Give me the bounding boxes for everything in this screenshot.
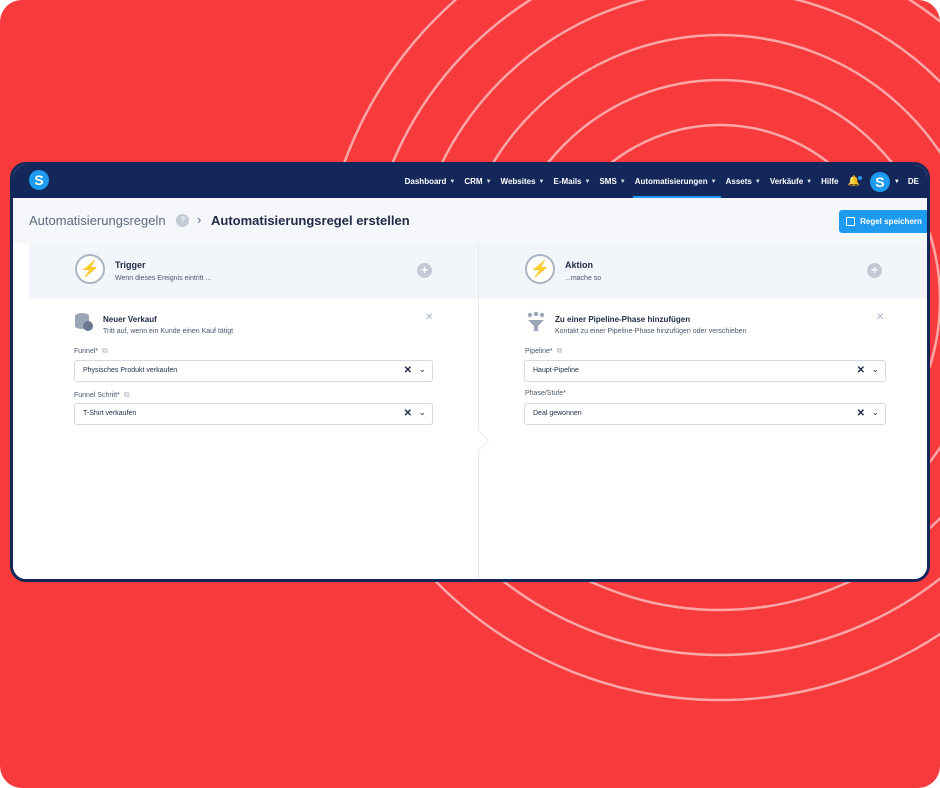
funnel-step-select[interactable]: T-Shirt verkaufen ✕ ⌄ [74,403,433,425]
chevron-down-icon: ▼ [754,178,761,185]
main-nav: Dashboard ▼ CRM ▼ Websites ▼ E-Mails ▼ SMS ▼ … [396,165,919,198]
field-label-text: Phase/Stufe* [525,390,566,397]
phase-select[interactable]: Deal gewonnen ✕ ⌄ [524,403,886,425]
trigger-subtitle: Wenn dieses Ereignis eintritt ... [115,275,212,282]
nav-dashboard[interactable]: Dashboard ▼ [405,165,456,198]
nav-verkaeufe[interactable]: Verkäufe ▼ [770,165,812,198]
nav-label: Automatisierungen [634,177,708,186]
phase-label: Phase/Stufe* [525,390,566,397]
chevron-down-icon: ▼ [806,178,813,185]
nav-label: Hilfe [821,177,839,186]
chevron-down-icon[interactable]: ⌄ [418,364,426,375]
trigger-header: ⚡ Trigger Wenn dieses Ereignis eintritt … [29,243,478,299]
funnel-select[interactable]: Physisches Produkt verkaufen ✕ ⌄ [74,360,433,382]
phase-value: Deal gewonnen [533,410,582,417]
chevron-down-icon[interactable]: ▼ [894,179,900,185]
funnel-icon [527,311,545,331]
pipeline-select[interactable]: Haupt-Pipeline ✕ ⌄ [524,360,886,382]
close-icon[interactable]: ✕ [425,312,433,323]
top-navbar: S Dashboard ▼ CRM ▼ Websites ▼ E-Mails ▼ SMS… [13,165,927,198]
nav-hilfe[interactable]: Hilfe [821,165,838,198]
coins-icon [75,313,93,331]
external-link-icon[interactable]: ⧉ [124,390,130,399]
nav-label: E-Mails [553,177,582,186]
action-subtitle: ...mache so [565,275,602,282]
nav-websites[interactable]: Websites ▼ [501,165,545,198]
save-rule-button[interactable]: Regel speichern [839,210,927,233]
chevron-down-icon[interactable]: ⌄ [871,364,879,375]
nav-label: Websites [500,177,536,186]
lightning-icon: ⚡ [75,254,105,284]
bell-icon[interactable]: 🔔 [847,176,863,187]
nav-assets[interactable]: Assets ▼ [726,165,761,198]
clear-icon[interactable]: ✕ [857,408,865,419]
pipeline-label: Pipeline* ⧉ [525,346,562,356]
add-trigger-plus-icon[interactable]: + [417,263,432,278]
save-icon [846,217,856,226]
chevron-down-icon: ▼ [584,178,591,185]
page-title: Automatisierungsregel erstellen [211,213,410,228]
nav-sms[interactable]: SMS ▼ [599,165,625,198]
breadcrumb-separator-icon: › [197,212,202,227]
trigger-card-title: Neuer Verkauf [103,315,157,324]
nav-label: SMS [599,177,617,186]
clear-icon[interactable]: ✕ [404,408,412,419]
external-link-icon[interactable]: ⧉ [557,346,563,355]
field-label-text: Pipeline* [525,348,553,355]
nav-crm[interactable]: CRM ▼ [464,165,491,198]
app-window: S Dashboard ▼ CRM ▼ Websites ▼ E-Mails ▼ SMS… [10,162,930,582]
lightning-icon: ⚡ [525,254,555,284]
action-card-subtitle: Kontakt zu einer Pipeline-Phase hinzufüg… [555,328,747,335]
funnel-value: Physisches Produkt verkaufen [83,367,178,374]
breadcrumb: Automatisierungsregeln ? › Automatisieru… [13,198,927,243]
breadcrumb-parent[interactable]: Automatisierungsregeln [29,213,166,228]
action-card-title: Zu einer Pipeline-Phase hinzufügen [555,315,691,324]
nav-automatisierungen[interactable]: Automatisierungen ▼ [632,165,721,198]
field-label-text: Funnel Schritt* [74,392,120,399]
action-header: ⚡ Aktion ...mache so + [479,243,927,299]
action-panel: ⚡ Aktion ...mache so + Zu einer Pipeline… [479,243,927,579]
field-label-text: Funnel* [74,348,99,355]
language-switch[interactable]: DE [908,177,919,186]
save-button-label: Regel speichern [860,217,922,226]
pipeline-value: Haupt-Pipeline [533,367,579,374]
funnel-step-label: Funnel Schritt* ⧉ [74,390,130,400]
nav-emails[interactable]: E-Mails ▼ [553,165,590,198]
chevron-down-icon[interactable]: ⌄ [871,407,879,418]
chevron-down-icon[interactable]: ⌄ [418,407,426,418]
trigger-title: Trigger [115,260,146,270]
nav-label: Dashboard [404,177,447,186]
external-link-icon[interactable]: ⧉ [102,346,108,355]
funnel-label: Funnel* ⧉ [74,346,108,356]
chevron-down-icon: ▼ [538,178,545,185]
clear-icon[interactable]: ✕ [404,365,412,376]
funnel-step-value: T-Shirt verkaufen [83,410,137,417]
close-icon[interactable]: ✕ [876,312,884,323]
nav-label: CRM [464,177,483,186]
nav-label: Verkäufe [769,177,804,186]
clear-icon[interactable]: ✕ [857,365,865,376]
trigger-panel: ⚡ Trigger Wenn dieses Ereignis eintritt … [29,243,479,579]
help-icon[interactable]: ? [176,214,189,227]
avatar[interactable]: S [869,171,890,192]
chevron-down-icon: ▼ [710,178,717,185]
background: S Dashboard ▼ CRM ▼ Websites ▼ E-Mails ▼ SMS… [0,0,940,788]
action-title: Aktion [565,260,593,270]
chevron-down-icon: ▼ [449,178,456,185]
add-action-plus-icon[interactable]: + [867,263,882,278]
chevron-down-icon: ▼ [485,178,492,185]
trigger-card-subtitle: Tritt auf, wenn ein Kunde einen Kauf tät… [103,328,234,335]
app-logo[interactable]: S [29,170,49,190]
nav-label: Assets [725,177,752,186]
chevron-down-icon: ▼ [619,178,626,185]
